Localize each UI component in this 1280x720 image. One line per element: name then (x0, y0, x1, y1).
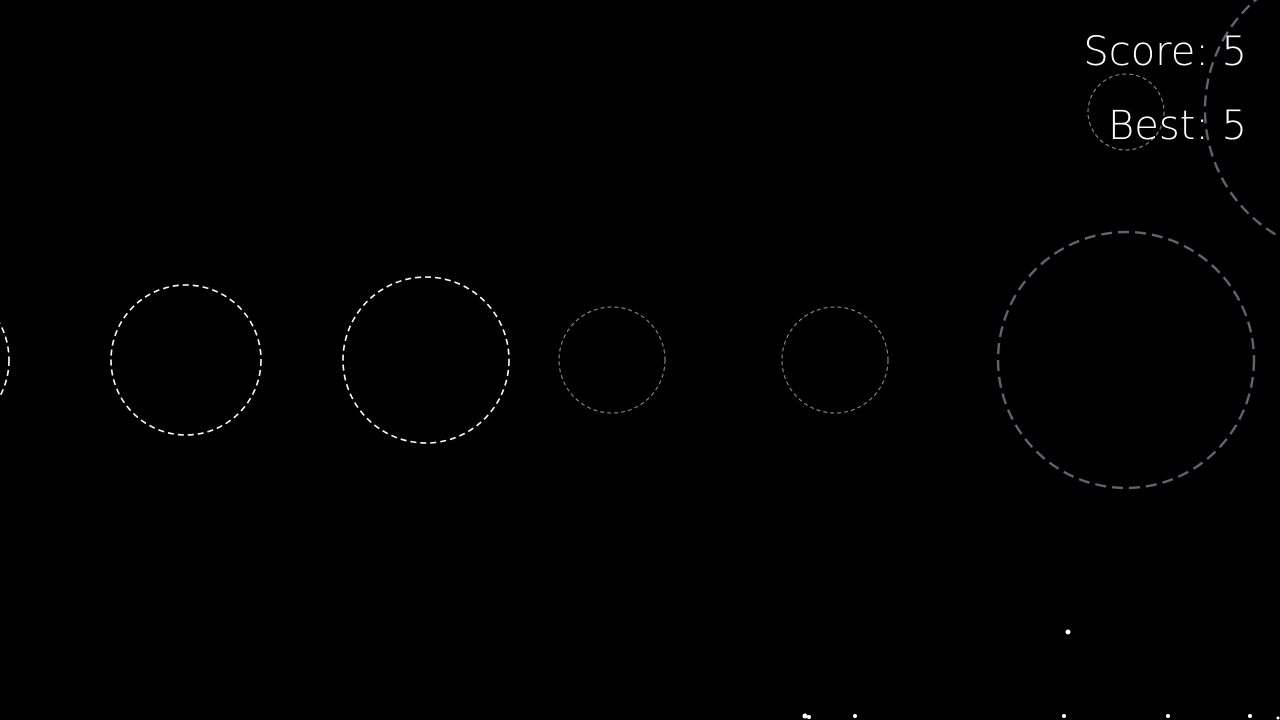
ring-1 (110, 284, 262, 436)
particle-dot (1166, 714, 1170, 718)
particle-dot (807, 715, 811, 719)
particle-dot (1065, 629, 1071, 635)
game-canvas[interactable]: Score: 5 Best: 5 (0, 0, 1280, 720)
ring-4 (781, 306, 889, 414)
ring-2 (342, 276, 510, 444)
ring-offscreen-left (0, 322, 10, 398)
particle-dot (1062, 714, 1066, 718)
ring-3 (558, 306, 666, 414)
best-score-label: Best: 5 (1108, 103, 1247, 149)
particle-dot (1276, 716, 1280, 720)
particle-dot (802, 713, 808, 719)
particle-dot (1248, 714, 1252, 718)
score-label: Score: 5 (1083, 29, 1247, 75)
particle-dot (853, 714, 857, 718)
ring-active (996, 230, 1256, 490)
play-field[interactable] (0, 0, 1280, 720)
